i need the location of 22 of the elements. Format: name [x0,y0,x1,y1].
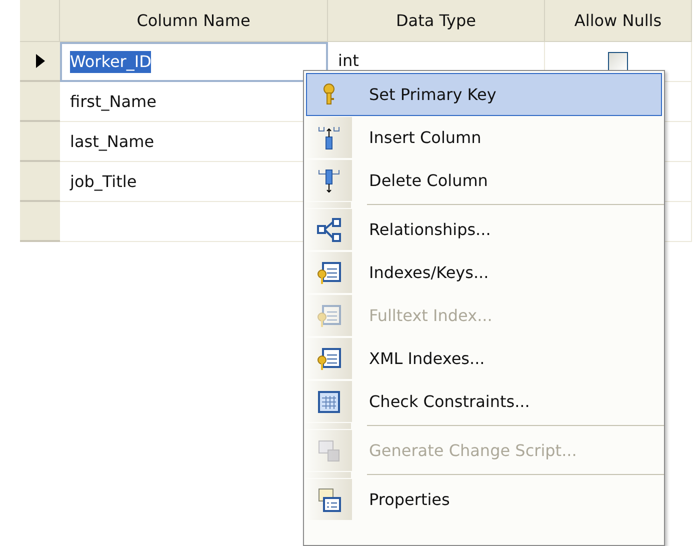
menu-item[interactable]: Delete Column [306,159,662,202]
menu-item[interactable]: Relationships... [306,208,662,251]
column-header[interactable]: Allow Nulls [545,0,692,42]
key-list-icon [316,346,342,372]
relationship-diagram-icon [316,216,342,242]
insert-column-icon [316,124,342,150]
row-selector[interactable] [20,42,60,82]
script-icon [316,438,342,464]
header-corner [20,0,60,42]
key-list-icon [316,260,342,286]
menu-item[interactable]: Set Primary Key [306,73,662,116]
property-sheet-icon [316,486,342,512]
menu-item[interactable]: Properties [306,478,662,521]
column-header[interactable]: Column Name [60,0,328,42]
column-header[interactable]: Data Type [328,0,545,42]
list-text-icon [316,302,342,328]
menu-item[interactable]: Indexes/Keys... [306,251,662,294]
table-grid-icon [316,388,342,414]
menu-item[interactable]: Check Constraints... [306,380,662,423]
checkbox[interactable] [608,52,628,72]
menu-item[interactable]: XML Indexes... [306,337,662,380]
delete-column-icon [316,168,342,194]
